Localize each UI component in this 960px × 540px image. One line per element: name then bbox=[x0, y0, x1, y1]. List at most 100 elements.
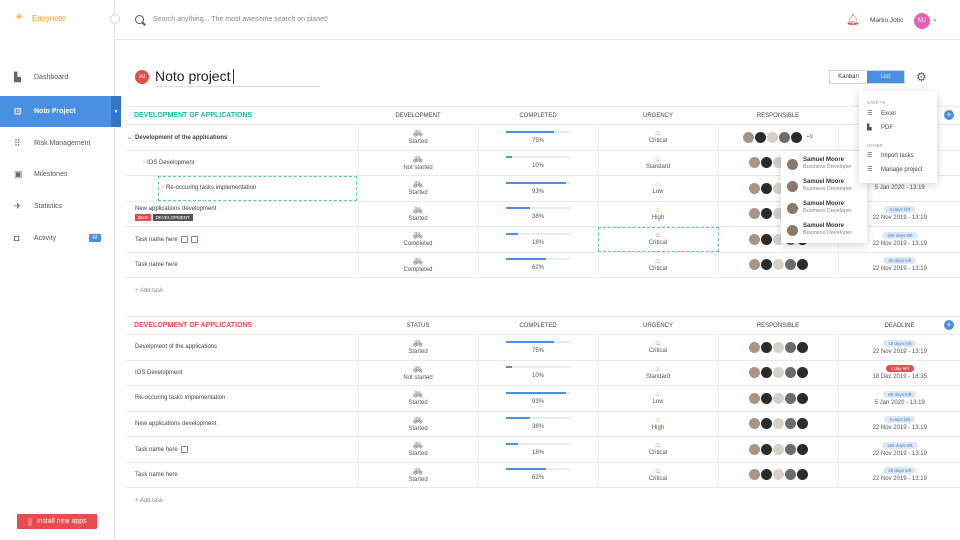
deadline-cell[interactable]: 15 days left 22 Nov 2019 - 13:19 bbox=[837, 334, 960, 361]
column-header-status[interactable]: STATUS bbox=[358, 316, 478, 335]
avatar[interactable] bbox=[760, 157, 772, 169]
chevron-down-icon[interactable]: ⌄ bbox=[932, 15, 938, 23]
tag-bug[interactable]: BUG bbox=[135, 214, 151, 222]
avatar[interactable] bbox=[760, 208, 772, 220]
menu-item-excel[interactable]: ☰ Excel bbox=[867, 111, 896, 117]
sidebar-item-risk-management[interactable]: ⠿ Risk Management bbox=[0, 129, 115, 157]
avatar[interactable] bbox=[748, 392, 760, 404]
person-item[interactable]: Samuel Moore Business Developer bbox=[787, 157, 852, 171]
install-apps-button[interactable]: ⣿ Install new apps bbox=[17, 514, 97, 529]
app-logo[interactable]: Easynote bbox=[15, 12, 65, 24]
person-item[interactable]: Samuel Moore Business Developer bbox=[787, 223, 852, 237]
menu-item-import-tasks[interactable]: ☰ Import tasks bbox=[867, 153, 914, 159]
avatar[interactable] bbox=[743, 131, 755, 143]
completed-cell[interactable]: 38% bbox=[477, 201, 598, 227]
task-name[interactable]: Task name here bbox=[135, 447, 178, 453]
table-row[interactable]: Task name here 🚲︎ Completed 62% ♨ Critical 35 … bbox=[125, 252, 960, 278]
completed-cell[interactable]: 75% bbox=[477, 334, 598, 361]
urgency-cell[interactable]: ♨ Critical bbox=[597, 252, 718, 278]
add-task-button[interactable]: + Add task bbox=[135, 498, 163, 504]
person-item[interactable]: Samuel Moore Business Developer bbox=[787, 179, 852, 193]
task-name[interactable]: IOS Development bbox=[147, 160, 194, 166]
sidebar-item-noto-project[interactable]: ⊡ Noto Project ▼ bbox=[0, 96, 121, 127]
status-cell[interactable]: 🚲︎ Started bbox=[357, 334, 478, 361]
list-view-button[interactable]: List bbox=[867, 71, 904, 83]
task-name[interactable]: IOS Development bbox=[135, 370, 182, 376]
avatar[interactable] bbox=[784, 469, 796, 481]
avatar[interactable] bbox=[748, 157, 760, 169]
sidebar-item-activity[interactable]: ◘ Activity 42 bbox=[0, 224, 115, 252]
table-row[interactable]: ⌄ Development of the applications 🚲︎ Starte… bbox=[125, 124, 960, 151]
sidebar-item-statistics[interactable]: ✈ Statistics bbox=[0, 192, 115, 220]
sidebar-item-dashboard[interactable]: ▙ Dashboard bbox=[0, 63, 115, 91]
avatar[interactable] bbox=[760, 469, 772, 481]
avatar[interactable] bbox=[784, 367, 796, 379]
table-row[interactable]: Develpment of the applications 🚲︎ Started 7… bbox=[125, 334, 960, 361]
avatar[interactable] bbox=[767, 131, 779, 143]
urgency-cell[interactable]: ♨ Critical bbox=[597, 436, 718, 463]
status-cell[interactable]: 🚲︎ Started bbox=[357, 385, 478, 412]
completed-cell[interactable]: 62% bbox=[477, 252, 598, 278]
avatar[interactable] bbox=[784, 443, 796, 455]
column-header-responsible[interactable]: RESPONSIBLE bbox=[718, 106, 838, 125]
task-name-cell[interactable]: New applications development bbox=[125, 411, 358, 437]
table-row[interactable]: Task name here 🚲︎ Started 62% ♨ Critical 35 da… bbox=[125, 462, 960, 488]
completed-cell[interactable]: 10% bbox=[477, 150, 598, 176]
task-name[interactable]: Development of the applications bbox=[135, 135, 227, 141]
menu-item-pdf[interactable]: ▙ PDF bbox=[867, 125, 893, 131]
avatar[interactable] bbox=[760, 233, 772, 245]
instagram-icon[interactable] bbox=[180, 235, 188, 243]
urgency-cell[interactable]: ♨ High bbox=[597, 411, 718, 437]
avatar[interactable] bbox=[796, 443, 808, 455]
avatar[interactable] bbox=[796, 341, 808, 353]
deadline-cell[interactable]: 189 days left 22 Nov 2019 - 13:19 bbox=[837, 436, 960, 463]
status-cell[interactable]: 🚲︎ Started bbox=[357, 436, 478, 463]
avatar[interactable] bbox=[760, 443, 772, 455]
completed-cell[interactable]: 62% bbox=[477, 462, 598, 488]
kanban-view-button[interactable]: Kanban bbox=[830, 71, 867, 83]
avatar[interactable] bbox=[772, 418, 784, 430]
sidebar-item-milestones[interactable]: ▣ Milestones bbox=[0, 160, 115, 188]
user-avatar[interactable]: MJ bbox=[914, 13, 930, 29]
avatar[interactable] bbox=[796, 259, 808, 271]
column-header-development[interactable]: DEVELOPMENT bbox=[358, 106, 478, 125]
avatar[interactable] bbox=[748, 443, 760, 455]
avatar[interactable] bbox=[748, 182, 760, 194]
avatar[interactable] bbox=[796, 469, 808, 481]
task-name-cell[interactable]: New applications development BUG DEVELOPME… bbox=[125, 201, 358, 227]
avatar[interactable] bbox=[779, 131, 791, 143]
status-cell[interactable]: 🚲︎ Started bbox=[357, 175, 478, 202]
notification-bell-icon[interactable]: 🔔︎ bbox=[846, 14, 860, 26]
completed-cell[interactable]: 10% bbox=[477, 360, 598, 386]
urgency-cell[interactable]: ♨ Standard bbox=[597, 360, 718, 386]
avatar[interactable] bbox=[748, 469, 760, 481]
user-name[interactable]: Marko Jotic bbox=[870, 17, 903, 24]
responsible-cell[interactable] bbox=[717, 360, 838, 386]
deadline-cell[interactable]: 35 days left 22 Nov 2019 - 13:19 bbox=[837, 252, 960, 278]
completed-cell[interactable]: 75% bbox=[477, 124, 598, 151]
avatar[interactable] bbox=[748, 208, 760, 220]
responsible-cell[interactable] bbox=[717, 462, 838, 488]
task-name-cell[interactable]: › IOS Development bbox=[125, 150, 358, 176]
urgency-cell[interactable]: ♨ High bbox=[597, 201, 718, 227]
column-header-responsible[interactable]: RESPONSIBLE bbox=[718, 316, 838, 335]
add-column-button[interactable]: + bbox=[944, 110, 954, 120]
avatar[interactable] bbox=[784, 418, 796, 430]
avatar[interactable] bbox=[760, 182, 772, 194]
task-name[interactable]: New applications development bbox=[135, 421, 216, 427]
search-icon[interactable] bbox=[135, 15, 144, 24]
urgency-cell[interactable]: ♨ Critical bbox=[597, 124, 718, 151]
responsible-cell[interactable]: +9 bbox=[717, 124, 838, 151]
table-row[interactable]: Re-occuring tasks implementation 🚲︎ Starte… bbox=[125, 385, 960, 412]
project-title-input[interactable]: Noto project bbox=[155, 68, 230, 84]
completed-cell[interactable]: 38% bbox=[477, 411, 598, 437]
status-cell[interactable]: 🚲︎ Not started bbox=[357, 360, 478, 386]
add-column-button[interactable]: + bbox=[944, 320, 954, 330]
task-name-cell[interactable]: IOS Development bbox=[125, 360, 358, 386]
task-name-cell[interactable]: Re-occuring tasks implementation bbox=[125, 385, 358, 412]
task-name[interactable]: Task name here bbox=[135, 237, 178, 243]
urgency-cell[interactable]: ♨ Standard bbox=[597, 150, 718, 176]
task-name-cell[interactable]: Task name here bbox=[125, 252, 358, 278]
responsible-cell[interactable] bbox=[717, 252, 838, 278]
tag-development[interactable]: DEVELOPMENT bbox=[152, 214, 193, 222]
